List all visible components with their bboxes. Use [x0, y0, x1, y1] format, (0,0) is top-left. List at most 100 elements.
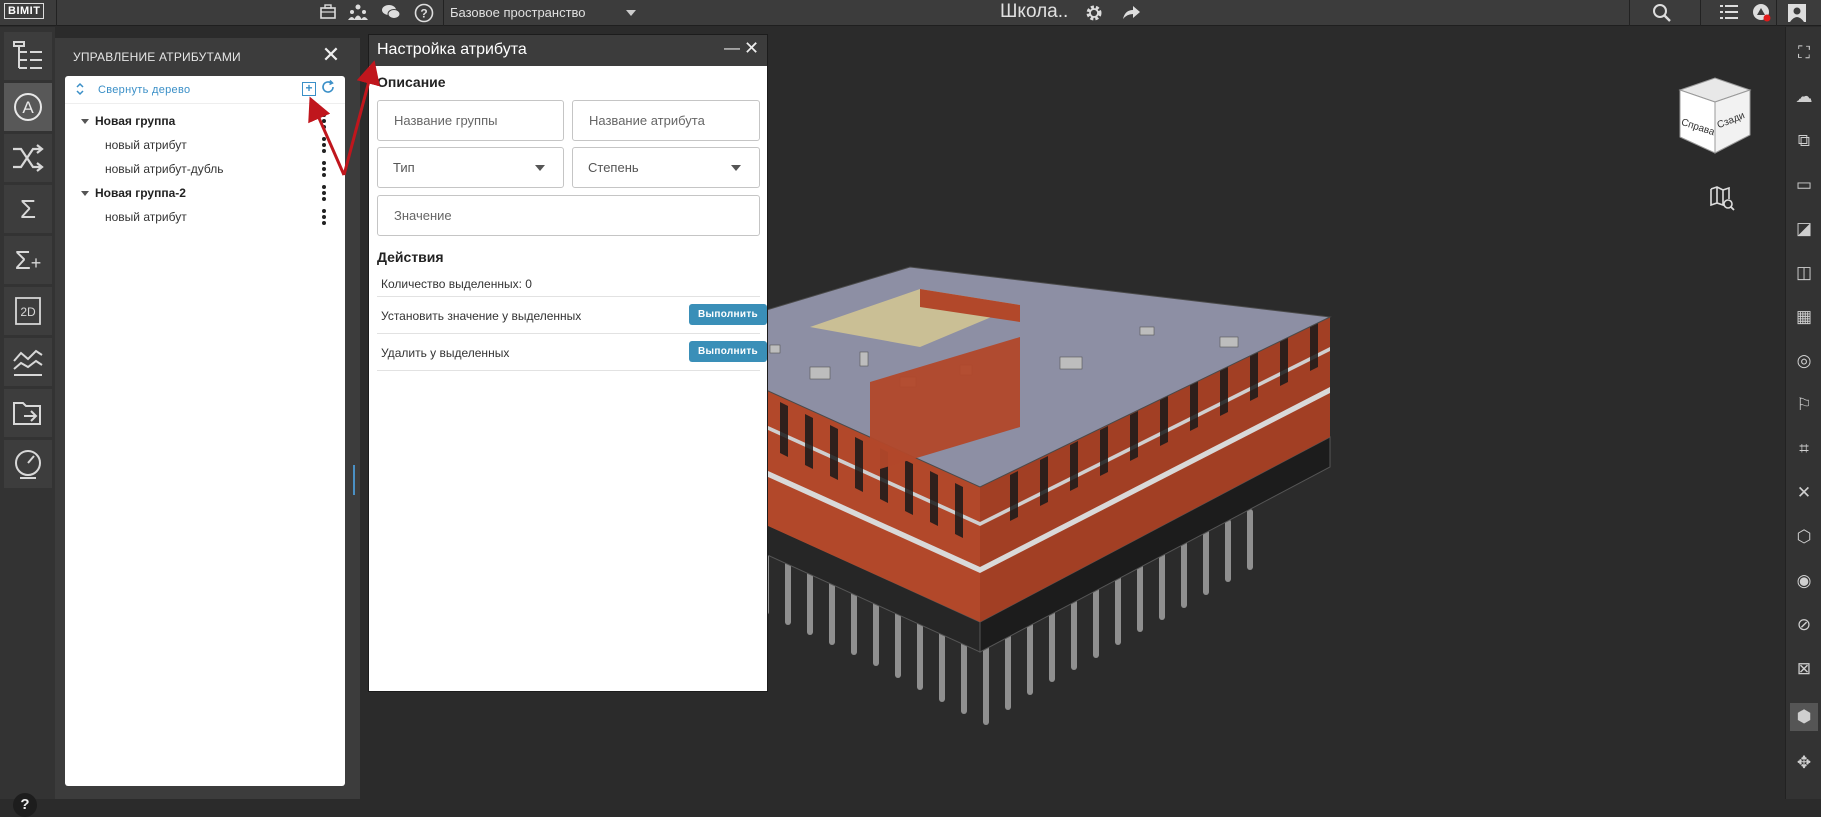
- chevron-down-icon: [731, 165, 741, 171]
- isolate-icon[interactable]: ⬡: [1790, 523, 1818, 551]
- folder-share-icon[interactable]: [4, 389, 52, 437]
- left-toolbar: A Σ Σ+ 2D ?: [0, 27, 55, 817]
- top-bar: BIMIT ? Базовое пространство Школа..: [0, 0, 1821, 26]
- target-icon[interactable]: ◎: [1790, 347, 1818, 375]
- sum-plus-icon[interactable]: Σ+: [4, 236, 52, 284]
- selected-count-row: Количество выделенных: 0: [377, 271, 760, 297]
- help-button[interactable]: ?: [13, 793, 37, 817]
- refresh-icon[interactable]: [321, 79, 335, 98]
- measure-points-icon[interactable]: ⌗: [1790, 435, 1818, 463]
- chevron-down-icon[interactable]: [626, 10, 636, 16]
- tree-attribute-label[interactable]: новый атрибут: [105, 138, 187, 152]
- fit-view-icon[interactable]: ⧉: [1790, 127, 1818, 155]
- notifications-icon[interactable]: [1752, 3, 1772, 23]
- collapse-tree-button[interactable]: Свернуть дерево: [98, 84, 190, 96]
- attribute-name-input[interactable]: [574, 102, 758, 139]
- svg-text:?: ?: [420, 7, 427, 21]
- close-icon[interactable]: ✕: [319, 43, 343, 67]
- hide-selection-icon[interactable]: ⊠: [1790, 655, 1818, 683]
- tree-group-label[interactable]: Новая группа-2: [95, 186, 186, 200]
- flag-icon[interactable]: ⚐: [1790, 391, 1818, 419]
- type-select-label: Тип: [393, 160, 415, 175]
- top-separator: [56, 0, 57, 26]
- axes-icon[interactable]: ✕: [1790, 479, 1818, 507]
- degree-select[interactable]: Степень: [572, 147, 760, 188]
- execute-delete-button[interactable]: Выполнить: [689, 341, 767, 362]
- value-field[interactable]: [377, 195, 760, 236]
- right-toolbar: ⛶ ☁ ⧉ ▭ ◪ ◫ ▦ ◎ ⚐ ⌗ ✕ ⬡ ◉ ⊘ ⊠ ⬢ ✥: [1785, 27, 1821, 799]
- tree-attribute-label[interactable]: новый атрибут-дубль: [105, 162, 223, 176]
- panel-resize-handle[interactable]: [353, 465, 355, 495]
- sum-icon[interactable]: Σ: [4, 185, 52, 233]
- ruler-icon[interactable]: ▭: [1790, 171, 1818, 199]
- type-select[interactable]: Тип: [377, 147, 564, 188]
- more-options-icon[interactable]: [321, 113, 327, 129]
- tree-group-row[interactable]: Новая группа: [65, 109, 345, 133]
- delete-value-label: Удалить у выделенных: [381, 346, 510, 360]
- attribute-settings-dialog: Настройка атрибута — ✕ Описание Тип Степ…: [369, 35, 767, 691]
- actions-section-title: Действия: [377, 249, 444, 265]
- degree-select-label: Степень: [588, 160, 639, 175]
- more-options-icon[interactable]: [321, 137, 327, 153]
- delete-value-row: Удалить у выделенных Выполнить: [377, 334, 767, 371]
- tree-group-row[interactable]: Новая группа-2: [65, 181, 345, 205]
- workspace-select[interactable]: Базовое пространство: [450, 3, 640, 23]
- shuffle-icon[interactable]: [4, 134, 52, 182]
- collapse-tree-icon[interactable]: [75, 82, 85, 99]
- top-separator: [1629, 0, 1630, 26]
- close-icon[interactable]: ✕: [744, 38, 759, 59]
- eye-off-icon[interactable]: ⊘: [1790, 611, 1818, 639]
- tree-attribute-row[interactable]: новый атрибут: [65, 133, 345, 157]
- cloud-upload-icon[interactable]: ☁: [1790, 83, 1818, 111]
- svg-text:2D: 2D: [20, 305, 36, 319]
- section-plane-icon[interactable]: ◪: [1790, 215, 1818, 243]
- section-box-icon[interactable]: ◫: [1790, 259, 1818, 287]
- gear-icon[interactable]: [1084, 3, 1104, 23]
- floor-plan-icon[interactable]: ▦: [1790, 303, 1818, 331]
- execute-set-value-button[interactable]: Выполнить: [689, 304, 767, 325]
- description-section-title: Описание: [377, 74, 446, 90]
- chart-icon[interactable]: [4, 338, 52, 386]
- tree-attribute-row[interactable]: новый атрибут-дубль: [65, 157, 345, 181]
- list-icon[interactable]: [1719, 3, 1739, 23]
- help-circle-icon[interactable]: ?: [414, 3, 434, 23]
- top-separator: [1776, 0, 1777, 26]
- set-value-row: Установить значение у выделенных Выполни…: [377, 297, 767, 334]
- eye-icon[interactable]: ◉: [1790, 567, 1818, 595]
- navigation-icon[interactable]: ✥: [1790, 749, 1818, 777]
- svg-text:A: A: [22, 98, 34, 117]
- share-icon[interactable]: [1121, 3, 1141, 23]
- model-tree-icon[interactable]: [4, 32, 52, 80]
- tree-group-label[interactable]: Новая группа: [95, 114, 175, 128]
- more-options-icon[interactable]: [321, 161, 327, 177]
- briefcase-icon[interactable]: [318, 3, 338, 23]
- map-search-icon[interactable]: [1709, 185, 1735, 211]
- group-name-field[interactable]: [377, 100, 564, 141]
- search-icon[interactable]: [1652, 3, 1672, 23]
- caret-down-icon[interactable]: [81, 191, 89, 196]
- drawings-2d-icon[interactable]: 2D: [4, 287, 52, 335]
- chat-icon[interactable]: [381, 3, 401, 23]
- attribute-tree-container: Свернуть дерево + Новая группа новый атр…: [65, 76, 345, 786]
- project-title: Школа..: [1000, 1, 1069, 22]
- panel-title: УПРАВЛЕНИЕ АТРИБУТАМИ: [73, 50, 241, 64]
- add-group-icon[interactable]: +: [302, 82, 316, 96]
- view-cube[interactable]: Справа Сзади: [1670, 75, 1760, 155]
- chevron-down-icon: [535, 165, 545, 171]
- tree-attribute-row[interactable]: новый атрибут: [65, 205, 345, 229]
- value-input[interactable]: [379, 197, 758, 234]
- group-name-input[interactable]: [379, 102, 562, 139]
- attributes-icon[interactable]: A: [4, 83, 52, 131]
- more-options-icon[interactable]: [321, 185, 327, 201]
- minimize-icon[interactable]: —: [724, 40, 740, 58]
- gauge-icon[interactable]: [4, 440, 52, 488]
- cube-view-icon[interactable]: ⬢: [1790, 703, 1818, 731]
- tree-attribute-label[interactable]: новый атрибут: [105, 210, 187, 224]
- focus-icon[interactable]: ⛶: [1790, 39, 1818, 67]
- attribute-name-field[interactable]: [572, 100, 760, 141]
- more-options-icon[interactable]: [321, 209, 327, 225]
- dialog-header[interactable]: Настройка атрибута — ✕: [369, 35, 767, 66]
- team-icon[interactable]: [348, 3, 368, 23]
- caret-down-icon[interactable]: [81, 119, 89, 124]
- user-icon[interactable]: [1787, 3, 1807, 23]
